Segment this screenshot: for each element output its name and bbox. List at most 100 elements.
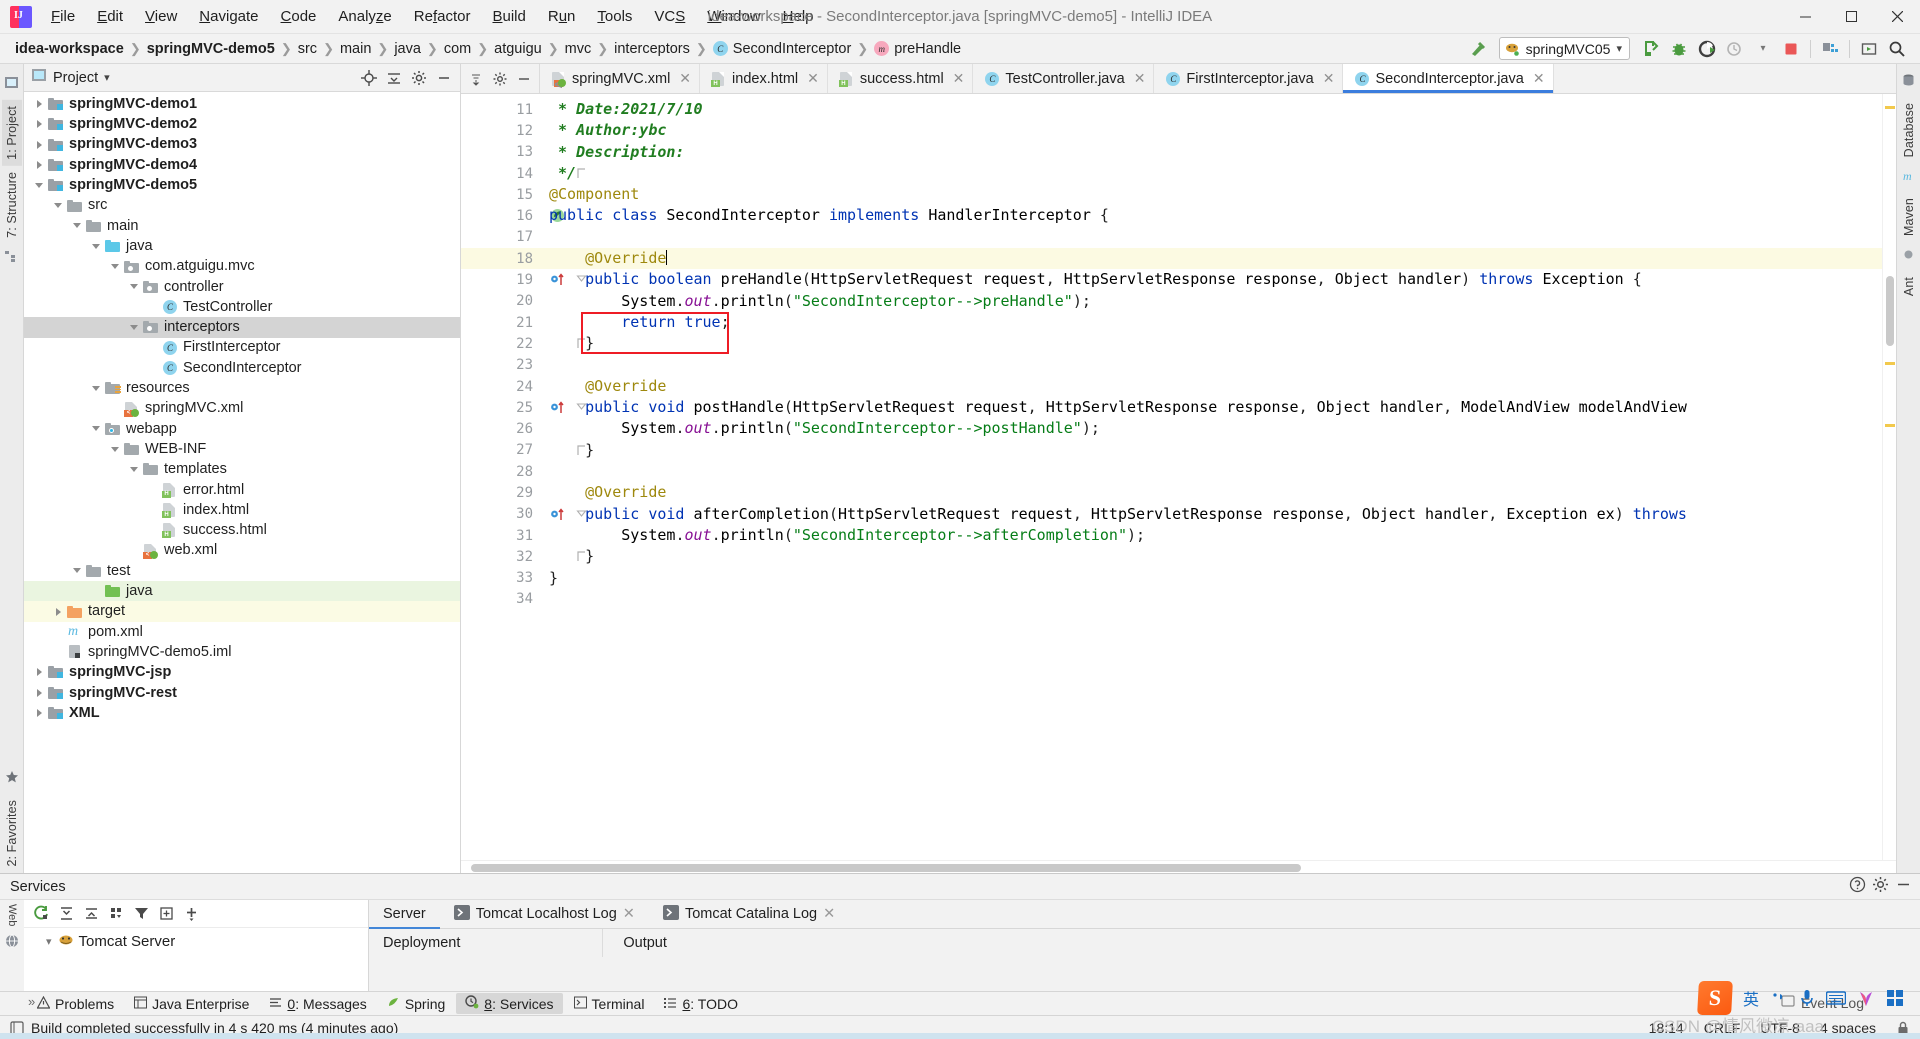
tree-row-java[interactable]: java <box>24 581 460 602</box>
services-tree[interactable]: ▾ Tomcat Server <box>24 928 368 991</box>
services-tab-server[interactable]: Server <box>369 900 440 929</box>
database-icon[interactable] <box>1902 74 1915 91</box>
tree-row-springmvc-demo5[interactable]: springMVC-demo5 <box>24 175 460 195</box>
minimize-button[interactable] <box>1782 0 1828 34</box>
services-output-label[interactable]: Output <box>602 929 681 957</box>
sogou-input-icon[interactable]: S <box>1697 981 1733 1015</box>
chevron-down-icon[interactable] <box>53 200 64 211</box>
code-line-15[interactable]: @Component <box>539 184 1882 205</box>
tree-row-web-xml[interactable]: < web.xml <box>24 541 460 561</box>
chevron-right-icon[interactable] <box>34 99 45 110</box>
chevron-right-icon[interactable] <box>53 606 64 617</box>
project-structure-icon[interactable] <box>1817 37 1843 61</box>
close-icon[interactable]: ✕ <box>623 906 635 922</box>
hide-icon[interactable] <box>1895 876 1912 897</box>
menu-tools[interactable]: Tools <box>586 3 643 30</box>
chevron-right-icon[interactable] <box>34 708 45 719</box>
chevron-right-icon[interactable] <box>34 667 45 678</box>
breadcrumb-item[interactable]: java <box>391 39 424 59</box>
code-line-23[interactable] <box>539 355 1882 376</box>
tree-row-webapp[interactable]: webapp <box>24 419 460 439</box>
close-icon[interactable]: ✕ <box>807 70 819 87</box>
chevron-right-icon[interactable] <box>34 687 45 698</box>
web-tab-icon[interactable]: Web <box>6 904 18 926</box>
tree-row-springmvc-jsp[interactable]: springMVC-jsp <box>24 662 460 682</box>
code-line-24[interactable]: @Override <box>539 376 1882 397</box>
sidebar-tab-favorites[interactable]: 2: Favorites <box>2 794 22 873</box>
gutter-line-22[interactable]: 22 <box>461 333 585 354</box>
settings-gear-icon[interactable] <box>1872 876 1889 897</box>
code-line-29[interactable]: @Override <box>539 482 1882 503</box>
code-line-32[interactable]: } <box>539 546 1882 567</box>
menu-navigate[interactable]: Navigate <box>188 3 269 30</box>
code-line-26[interactable]: System.out.println("SecondInterceptor-->… <box>539 418 1882 439</box>
tree-row-test[interactable]: test <box>24 561 460 581</box>
chevron-down-icon[interactable] <box>91 383 102 394</box>
editor-scrollbar-horizontal[interactable] <box>461 860 1896 873</box>
project-tree[interactable]: springMVC-demo1 springMVC-demo2 springMVC-… <box>24 92 460 873</box>
chevron-down-icon[interactable] <box>129 322 140 333</box>
menu-code[interactable]: Code <box>270 3 328 30</box>
ant-icon[interactable] <box>1902 248 1915 265</box>
gutter-line-19[interactable]: 19 <box>461 269 587 290</box>
gutter-line-33[interactable]: 33 <box>461 568 539 589</box>
chevron-down-icon[interactable] <box>129 281 140 292</box>
filter-icon[interactable] <box>130 903 152 925</box>
editor-tab-index-html[interactable]: Hindex.html ✕ <box>700 64 828 93</box>
tree-row-springmvc-rest[interactable]: springMVC-rest <box>24 683 460 703</box>
gutter-line-25[interactable]: 25 <box>461 397 587 418</box>
gutter-line-24[interactable]: 24 <box>461 376 539 397</box>
menu-view[interactable]: View <box>134 3 188 30</box>
stop-icon[interactable] <box>1778 37 1804 61</box>
group-icon[interactable] <box>105 903 127 925</box>
run-coverage-icon[interactable] <box>1694 37 1720 61</box>
chevron-down-icon[interactable]: ▾ <box>104 71 110 84</box>
add-frame-icon[interactable] <box>155 903 177 925</box>
breadcrumb-item[interactable]: main <box>337 39 374 59</box>
gutter-line-28[interactable]: 28 <box>461 461 539 482</box>
gutter-line-15[interactable]: 15 <box>461 184 539 205</box>
hide-icon[interactable] <box>432 67 456 89</box>
tree-row-interceptors[interactable]: interceptors <box>24 317 460 338</box>
hammer-build-icon[interactable] <box>1465 37 1491 61</box>
gutter-line-16[interactable]: 16 <box>461 205 564 226</box>
hscrollbar-thumb[interactable] <box>471 864 1301 872</box>
chevron-down-icon[interactable] <box>110 444 121 455</box>
code-line-31[interactable]: System.out.println("SecondInterceptor-->… <box>539 525 1882 546</box>
menu-run[interactable]: Run <box>537 3 587 30</box>
services-tab-tomcat-catalina-log[interactable]: Tomcat Catalina Log ✕ <box>649 900 849 928</box>
toolwindow-problems[interactable]: Problems <box>28 994 123 1014</box>
breadcrumb-item[interactable]: src <box>295 39 320 59</box>
code-line-28[interactable] <box>539 461 1882 482</box>
tree-row-firstinterceptor[interactable]: C FirstInterceptor <box>24 338 460 358</box>
services-tree-row[interactable]: ▾ Tomcat Server <box>24 931 368 951</box>
apps-icon[interactable] <box>1886 989 1904 1007</box>
chevron-down-icon[interactable] <box>91 241 102 252</box>
code-line-34[interactable] <box>539 589 1882 610</box>
tree-row-testcontroller[interactable]: C TestController <box>24 297 460 317</box>
close-icon[interactable]: ✕ <box>1134 70 1146 87</box>
code-line-17[interactable] <box>539 227 1882 248</box>
tree-row-com-atguigu-mvc[interactable]: com.atguigu.mvc <box>24 256 460 276</box>
profile-dropdown-icon[interactable]: ▾ <box>1750 37 1776 61</box>
tree-row-error-html[interactable]: Herror.html <box>24 480 460 500</box>
editor-scrollbar-vertical[interactable] <box>1882 94 1896 860</box>
chevron-right-icon[interactable] <box>34 139 45 150</box>
scrollbar-thumb[interactable] <box>1886 276 1894 346</box>
menu-analyze[interactable]: Analyze <box>327 3 402 30</box>
menu-help[interactable]: Help <box>772 3 825 30</box>
tree-row-springmvc-demo1[interactable]: springMVC-demo1 <box>24 94 460 114</box>
breadcrumb-item-class[interactable]: C SecondInterceptor <box>710 39 855 59</box>
run-configuration-selector[interactable]: springMVC05 ▾ <box>1498 37 1630 60</box>
tree-row-springmvc-demo4[interactable]: springMVC-demo4 <box>24 155 460 175</box>
favorites-star-icon[interactable] <box>5 770 19 788</box>
debug-icon[interactable] <box>1666 37 1692 61</box>
tree-row-resources[interactable]: resources <box>24 378 460 398</box>
code-line-21[interactable]: return true; <box>539 312 1882 333</box>
breadcrumb-item[interactable]: springMVC-demo5 <box>144 39 278 59</box>
gutter-line-30[interactable]: 30 <box>461 504 587 525</box>
close-icon[interactable]: ✕ <box>823 906 835 922</box>
close-icon[interactable]: ✕ <box>953 70 965 87</box>
breadcrumb-item[interactable]: atguigu <box>491 39 545 59</box>
code-line-11[interactable]: * Date:2021/7/10 <box>539 99 1882 120</box>
